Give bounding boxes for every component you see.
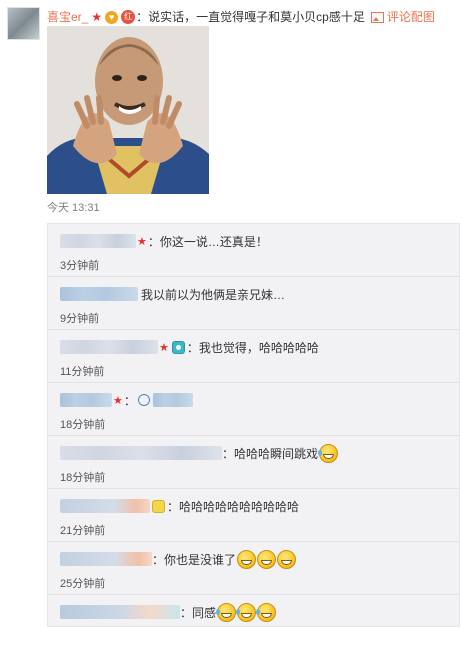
reply-line: ★ ：你这一说…还真是！ xyxy=(60,232,268,250)
see-image-link[interactable]: 评论配图 xyxy=(370,9,435,25)
post-header: 喜宝er_ ★ ♥ 红 ： 说实话，一直觉得嘎子和莫小贝cp感十足 评论配图 xyxy=(47,7,468,27)
heart-badge-icon: ♥ xyxy=(105,10,119,24)
blurred-username[interactable] xyxy=(60,287,138,301)
reply-text: ：同感 xyxy=(180,605,217,620)
camera-badge-icon xyxy=(171,340,185,354)
reply-item: ：同感 xyxy=(48,595,459,648)
reply-line: ：哈哈哈哈哈哈哈哈哈哈 xyxy=(60,497,299,515)
reply-item: ★ ：我也觉得，哈哈哈哈哈 11分钟前 xyxy=(48,330,459,383)
laugh-cry-emoji-icon xyxy=(236,602,257,622)
post-colon: ： xyxy=(136,10,149,24)
reply-time: 3分钟前 xyxy=(60,260,100,272)
blurred-username[interactable] xyxy=(60,393,112,407)
see-image-label: 评论配图 xyxy=(386,10,435,24)
reply-time: 18分钟前 xyxy=(60,472,106,484)
reply-line: ：你也是没谁了 xyxy=(60,549,297,569)
reply-item: ：哈哈哈哈哈哈哈哈哈哈 21分钟前 xyxy=(48,489,459,542)
blurred-username[interactable] xyxy=(60,552,152,566)
cat-badge-icon xyxy=(152,499,165,513)
reply-text: ：哈哈哈哈哈哈哈哈哈哈 xyxy=(167,499,300,514)
reply-time: 18分钟前 xyxy=(60,419,106,431)
reply-item: ★ ： 18分钟前 xyxy=(48,383,459,436)
grin-emoji-icon xyxy=(257,549,277,569)
ring-icon xyxy=(137,394,150,406)
vip-star-icon: ★ xyxy=(113,394,123,407)
post-comment-text: 说实话，一直觉得嘎子和莫小贝cp感十足 xyxy=(148,10,365,24)
reply-item: ：哈哈哈瞬间跳戏 18分钟前 xyxy=(48,436,459,489)
reply-text: ：你也是没谁了 xyxy=(152,552,237,567)
reply-item: ★ ：你这一说…还真是！ 3分钟前 xyxy=(48,224,459,277)
blurred-username[interactable] xyxy=(60,499,150,513)
reply-time: 25分钟前 xyxy=(60,578,106,590)
red-badge-icon: 红 xyxy=(121,10,136,24)
laugh-cry-emoji-icon xyxy=(318,443,339,463)
laugh-cry-emoji-icon xyxy=(216,602,237,622)
reply-line: 我以前以为他俩是亲兄妹… xyxy=(60,285,285,303)
post-timestamp: 今天 13:31 xyxy=(47,202,100,214)
reply-line: ：哈哈哈瞬间跳戏 xyxy=(60,443,339,463)
reply-item: ：你也是没谁了 25分钟前 xyxy=(48,542,459,595)
reply-text: ：你这一说…还真是！ xyxy=(147,234,268,249)
reply-text: ：哈哈哈瞬间跳戏 xyxy=(222,446,319,461)
reply-text: ：我也觉得，哈哈哈哈哈 xyxy=(186,340,319,355)
post-author-avatar[interactable] xyxy=(7,7,40,40)
picture-icon xyxy=(370,11,384,23)
reply-item: 我以前以为他俩是亲兄妹… 9分钟前 xyxy=(48,277,459,330)
reply-list: ★ ：你这一说…还真是！ 3分钟前 我以前以为他俩是亲兄妹… 9分钟前 ★ ：我… xyxy=(47,223,460,627)
reply-time: 21分钟前 xyxy=(60,525,106,537)
blurred-username[interactable] xyxy=(60,234,136,248)
reply-text: 我以前以为他俩是亲兄妹… xyxy=(141,287,286,302)
vip-star-icon: ★ xyxy=(159,341,169,354)
reply-line: ★ ： xyxy=(60,391,193,409)
vip-star-icon: ★ xyxy=(91,10,103,24)
blurred-username[interactable] xyxy=(60,605,180,619)
reply-line: ★ ：我也觉得，哈哈哈哈哈 xyxy=(60,338,319,356)
vip-star-icon: ★ xyxy=(137,235,147,248)
grin-emoji-icon xyxy=(237,549,257,569)
reply-line: ：同感 xyxy=(60,602,277,622)
reply-time: 9分钟前 xyxy=(60,313,100,325)
blurred-username[interactable] xyxy=(60,340,158,354)
post-author-name[interactable]: 喜宝er_ xyxy=(47,9,88,25)
laugh-cry-emoji-icon xyxy=(256,602,277,622)
comment-image[interactable] xyxy=(47,26,209,194)
reply-text: ： xyxy=(123,393,136,408)
blurred-mention[interactable] xyxy=(152,393,193,407)
reply-time: 11分钟前 xyxy=(60,366,105,378)
grin-emoji-icon xyxy=(277,549,297,569)
blurred-username[interactable] xyxy=(60,446,222,460)
